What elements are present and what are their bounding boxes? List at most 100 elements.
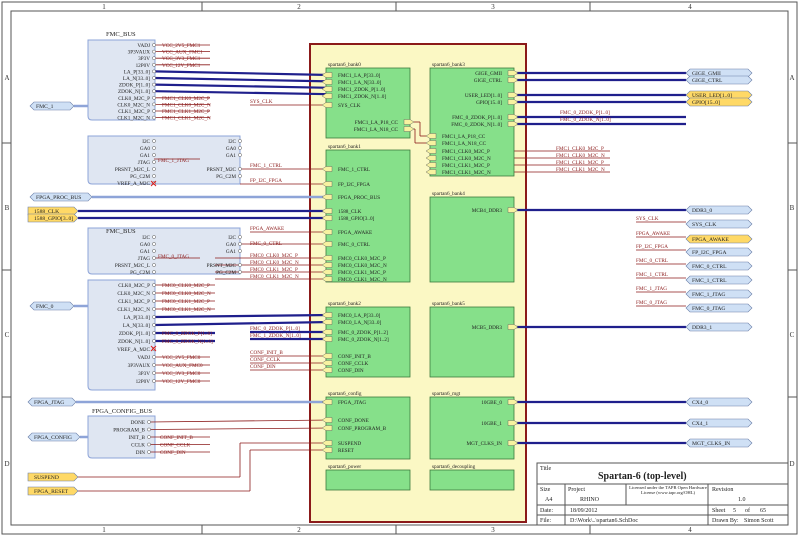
sheet-entry-label: FMC1_LA_N18_CC: [442, 141, 487, 147]
right-port-13[interactable]: CX4_0: [685, 397, 753, 407]
entry-bubble: [238, 263, 242, 267]
sheet-entry-label: CONF_DIN: [338, 368, 364, 374]
1588-gpio-port[interactable]: 1588_GPIO[3..0]: [27, 213, 79, 223]
sheet-entry-label: FMC_1_CTRL: [338, 167, 370, 173]
net-label: SYS_CLK: [636, 216, 659, 222]
net-label: FMC_0_ZDOK_P[1..0]: [162, 331, 212, 337]
net-label: FMC_1_CTRL: [250, 163, 282, 169]
fpga-jtag-port[interactable]: FPGA_JTAG: [27, 397, 77, 407]
sheet-entry-label: GIGE_GMII: [475, 71, 502, 77]
net-label: FMC_1_JTAG: [636, 286, 667, 292]
right-port-12[interactable]: DDR3_1: [685, 322, 753, 332]
harness-entry: CLK0_M2C_P: [118, 96, 150, 102]
right-port-14[interactable]: CX4_1: [685, 418, 753, 428]
harness-entry-right: I2C: [228, 139, 236, 145]
block-bank1[interactable]: spartan6_bank1 FMC_1_CTRL FP_I2C_FPGA FPGA_…: [321, 144, 411, 283]
date-label: Date:: [540, 508, 553, 514]
net-label: FMC0_CLK0_M2C_N: [250, 260, 299, 266]
block-title: spartan6_bank1: [328, 144, 361, 150]
entry-bubble: [152, 139, 156, 143]
entry-bubble: [152, 291, 156, 295]
entry-bubble: [152, 235, 156, 239]
net-label: FP_I2C_FPGA: [636, 244, 668, 250]
port-label: SUSPEND: [34, 475, 59, 481]
port-label: GPIO[15..0]: [692, 100, 720, 106]
port-label: FMC_1: [36, 104, 54, 110]
suspend-port[interactable]: SUSPEND: [27, 472, 79, 482]
fpga-config-port[interactable]: FPGA_CONFIG: [27, 432, 81, 442]
block-bank0[interactable]: spartan6_bank0 FMC1_LA_P[33..0]FMC1_LA_N[…: [321, 62, 415, 139]
harness-entry: DIN: [136, 450, 145, 456]
block-title: spartan6_bank0: [328, 62, 361, 68]
entry-bubble: [152, 242, 156, 246]
sheet-entry-label: SYS_CLK: [338, 103, 361, 109]
port-label: CX4_1: [692, 421, 708, 427]
harness-entry-left: GA0: [140, 242, 150, 248]
net-label: VCC_AUX_FMC0: [162, 363, 203, 369]
entry-bubble: [152, 109, 156, 113]
right-port-3[interactable]: GPIO[15..0]: [685, 97, 753, 107]
sheet-entry-label: FP_I2C_FPGA: [338, 182, 370, 188]
right-port-6[interactable]: FPGA_AWAKE: [685, 234, 753, 244]
fpga-proc-bus-port[interactable]: FPGA_PROC_BUS: [29, 192, 93, 202]
sheet-entry-label: USER_LED[1..0]: [465, 93, 502, 99]
entry-bubble: [152, 283, 156, 287]
net-label: FMC1_CLK0_M2C_N: [162, 102, 211, 108]
fmc0-port[interactable]: FMC_0: [29, 301, 75, 311]
block-mgt[interactable]: spartan6_mgt 10GBE_0 10GBE_1 MGT_CLKS_IN: [429, 391, 519, 460]
fmc1-port[interactable]: FMC_1: [29, 101, 75, 111]
right-port-8[interactable]: FMC_0_CTRL: [685, 261, 753, 271]
harness-entry-left: PRSNT_M2C_L: [115, 263, 150, 269]
sheet-entry-label: FMC_0_ZDOK_N[1..0]: [451, 122, 502, 128]
port-label: FPGA_AWAKE: [692, 237, 729, 243]
sheet-entry-label: FMC1_CLK0_M2C_N: [442, 156, 491, 162]
harness-entry: 3P3V: [138, 371, 150, 377]
net-label: FPGA_AWAKE: [250, 226, 284, 232]
harness-entry: CLK0_M2C_N: [117, 291, 150, 297]
right-port-1[interactable]: GIGE_CTRL: [685, 75, 753, 85]
entry-bubble: [152, 363, 156, 367]
port-label: MGT_CLKS_IN: [692, 441, 730, 447]
harness-entry-left: PG_C2M: [130, 270, 150, 276]
right-port-4[interactable]: DDR3_0: [685, 205, 753, 215]
entry-bubble: [152, 256, 156, 260]
revision-label: Revision: [712, 487, 733, 493]
harness-entry-left: GA1: [140, 249, 150, 255]
sheet-entry-label: FMC1_CLK0_M2C_P: [442, 149, 490, 155]
sheet-entry-label: FMC_0_ZDOK_P[1..0]: [452, 115, 502, 121]
net-label: FMC_0_ZDOK_N[1..0]: [162, 339, 213, 345]
sheet-label: Sheet: [712, 508, 726, 514]
sheet-entry-label: FMC_0_CTRL: [338, 242, 370, 248]
right-port-11[interactable]: FMC_0_JTAG: [685, 303, 753, 313]
block-bank2[interactable]: spartan6_bank2 FMC0_LA_P[33..0]FMC0_LA_N[…: [321, 301, 411, 378]
col-label-top: 1: [102, 3, 106, 11]
harness-title: FMC_BUS: [106, 31, 136, 38]
right-port-10[interactable]: FMC_1_JTAG: [685, 289, 753, 299]
right-port-15[interactable]: MGT_CLKS_IN: [685, 438, 753, 448]
row-label-left: B: [5, 204, 10, 212]
harness-entry: VADJ: [137, 43, 150, 49]
harness-entry-left: JTAG: [138, 256, 151, 262]
net-label: FMC0_CLK1_M2C_P: [162, 299, 210, 305]
port-label: FMC_1_CTRL: [692, 278, 727, 284]
harness-entry-left: GA0: [140, 146, 150, 152]
block-bank3[interactable]: spartan6_bank3 GIGE_GMIIGIGE_CTRL USER_LED…: [425, 62, 519, 177]
sheet-entry-label: MGT_CLKS_IN: [467, 441, 503, 447]
block-title: spartan6_bank3: [432, 62, 465, 68]
block-bank5[interactable]: spartan6_bank5 MCB5_DDR3: [429, 301, 519, 378]
right-port-7[interactable]: FP_I2C_FPGA: [685, 247, 753, 257]
block-bank4[interactable]: spartan6_bank4 MCB4_DDR3: [429, 191, 519, 283]
title-label: Title: [540, 466, 551, 472]
block-config[interactable]: spartan6_config FPGA_JTAG CONF_DONE CONF_PR…: [321, 390, 411, 460]
right-port-5[interactable]: SYS_CLK: [685, 219, 753, 229]
sheet-entry-label: FMC1_LA_P18_CC: [442, 134, 486, 140]
port-label: FPGA_JTAG: [34, 400, 64, 406]
right-port-9[interactable]: FMC_1_CTRL: [685, 275, 753, 285]
net-label: FMC1_CLK1_M2C_P: [162, 109, 210, 115]
entry-bubble: [152, 339, 156, 343]
of-label: of: [745, 507, 750, 514]
entry-bubble: [238, 270, 242, 274]
sheet-entry-label: 1588_CLK: [338, 209, 362, 215]
sheet-entry-label: GPIO[15..0]: [476, 100, 502, 106]
fpga-reset-port[interactable]: FPGA_RESET: [27, 486, 79, 496]
